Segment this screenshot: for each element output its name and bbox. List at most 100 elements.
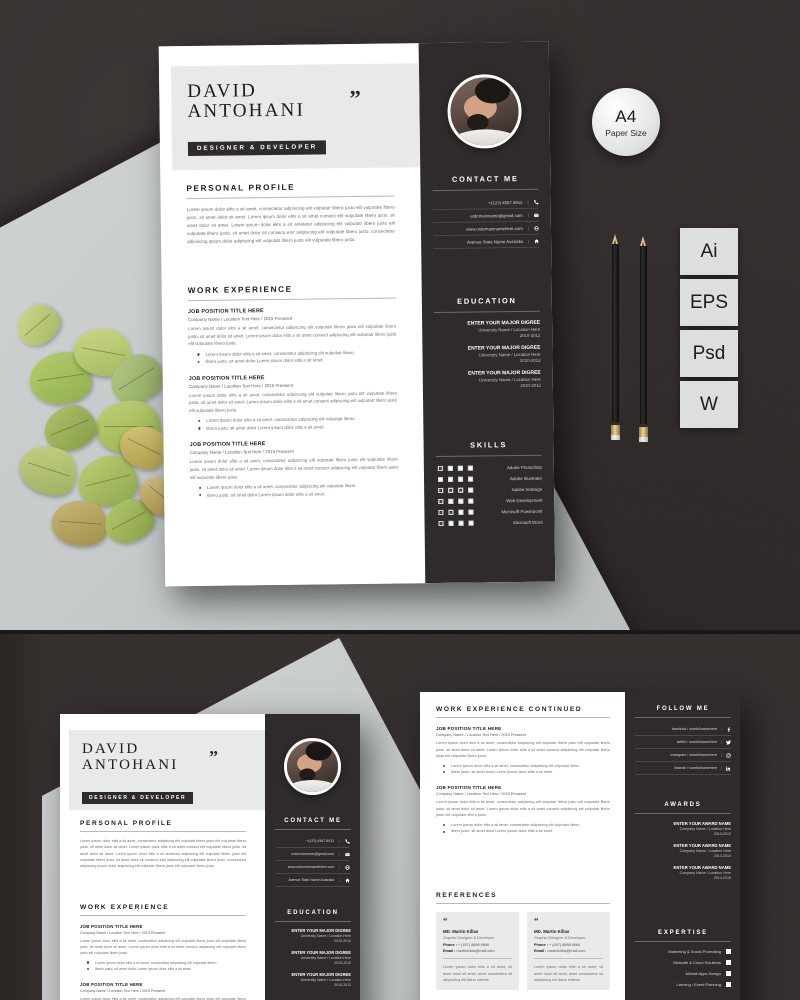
home-icon bbox=[534, 238, 539, 243]
follow-separator: | bbox=[721, 727, 722, 731]
contact-list: +(123) 4567 8912 | urdomainname@gmail.co… bbox=[270, 835, 356, 887]
follow-divider bbox=[635, 774, 731, 775]
contact-separator: | bbox=[339, 878, 340, 882]
follow-row[interactable]: twitter / userfullnamehere | bbox=[630, 736, 736, 749]
skill-row: Adobe Illustrator bbox=[437, 476, 542, 483]
skill-level-square bbox=[437, 476, 444, 483]
award-item: ENTER YOUR AWARD NAME Company Name / Loc… bbox=[630, 821, 731, 836]
envelope-icon bbox=[533, 212, 539, 217]
expertise-name: Mobail Apps Design bbox=[685, 971, 721, 976]
contact-divider bbox=[276, 886, 350, 887]
education-degree: ENTER YOUR MAJOR DIGREE bbox=[291, 972, 351, 977]
contact-row[interactable]: www.urdomainnamehere.com | bbox=[270, 861, 356, 874]
reference-name: MD. Martin Killas bbox=[443, 929, 479, 935]
section-title-follow-me: FOLLOW ME bbox=[656, 706, 710, 712]
skill-level-square bbox=[458, 498, 464, 504]
skill-level-square bbox=[447, 476, 454, 482]
follow-text: facebook / userfullnamehere bbox=[671, 727, 718, 731]
skill-level-square bbox=[448, 509, 454, 515]
skill-level-square bbox=[457, 465, 463, 471]
skills-list: Adobe Photoshop Adobe Illustrator Adobe … bbox=[430, 464, 549, 527]
job-description: Lorem ipsum dolor elits a sit amet, cons… bbox=[188, 323, 397, 347]
job-meta: Company Name / Location Text Here / 2015… bbox=[188, 315, 293, 323]
contact-separator: | bbox=[527, 212, 529, 218]
section-rule bbox=[635, 813, 731, 814]
personal-profile-text: Lorem ipsum dolor elits a sit amet, cons… bbox=[80, 839, 246, 869]
reference-card: “ MD. Martin Killas Graphic Designer & D… bbox=[527, 912, 610, 990]
award-years: 2014-2016 bbox=[713, 876, 731, 880]
skill-level-square bbox=[458, 509, 464, 515]
skill-level-square bbox=[438, 498, 444, 505]
follow-row[interactable]: instagram / userfullnamehere | bbox=[630, 749, 736, 762]
contact-separator: | bbox=[339, 839, 340, 843]
education-item: ENTER YOUR MAJOR DIGREE University Name … bbox=[270, 972, 351, 987]
skill-level-square bbox=[448, 498, 454, 504]
follow-row[interactable]: facebook / userfullnamehere | bbox=[630, 723, 736, 736]
section-title-work-experience: WORK EXPERIENCE bbox=[187, 284, 293, 296]
contact-text: urdomainname@gmail.com bbox=[470, 212, 523, 219]
follow-text: instagram / userfullnamehere bbox=[670, 753, 718, 757]
reference-role: Graphic Designer & Developer bbox=[443, 936, 495, 941]
job-description: Lorem ipsum dolor elits a sit amet, cons… bbox=[188, 390, 398, 413]
skill-name: Adobe Photoshop bbox=[506, 464, 542, 471]
name-line-1: DAVID bbox=[82, 741, 140, 757]
avatar bbox=[447, 73, 522, 149]
job-bullet-item: libero justo. sit amet dolor Lorem ipsum… bbox=[197, 422, 397, 432]
education-school: University Name / Location Here bbox=[300, 956, 351, 960]
work-experience-list: JOB POSITION TITLE HERE Company Name / L… bbox=[80, 924, 246, 1000]
format-badge-eps: EPS bbox=[680, 279, 738, 326]
contact-separator: | bbox=[527, 225, 529, 231]
reference-divider bbox=[534, 958, 603, 960]
reference-phone: Phone : + (457) 8888 6666 bbox=[534, 943, 581, 948]
follow-separator: | bbox=[721, 766, 722, 770]
contact-row[interactable]: +(123) 4567 8912 | bbox=[270, 835, 356, 848]
quote-mark-icon: ” bbox=[209, 747, 218, 767]
skill-row: Microsoft Powerpoint bbox=[438, 509, 542, 516]
follow-text: twitter / userfullnamehere bbox=[676, 740, 718, 744]
section-rule bbox=[435, 454, 542, 458]
follow-row[interactable]: linkedin / userfullnamehere | bbox=[630, 762, 736, 775]
section-rule bbox=[187, 297, 396, 302]
contact-row[interactable]: urdomainname@gmail.com | bbox=[270, 848, 356, 861]
education-degree: ENTER YOUR MAJOR DIGREE bbox=[291, 928, 351, 933]
resume-name-page2: DAVID ANTOHANI bbox=[82, 741, 178, 773]
paper-size-sub: Paper Size bbox=[605, 127, 647, 138]
follow-separator: | bbox=[721, 753, 722, 757]
reference-phone: Phone : + (457) 8888 6666 bbox=[443, 943, 490, 948]
expertise-row: Marketing & Social Promoting bbox=[630, 949, 731, 954]
bottom-scene: DAVID ANTOHANI ” DESIGNER & DEVELOPER PE… bbox=[0, 632, 800, 1000]
job-bullets: Lorem ipsum dolor elits a sit amet, cons… bbox=[197, 415, 397, 432]
section-title-education: EDUCATION bbox=[287, 910, 339, 916]
contact-row[interactable]: Avenue State Name Australia | bbox=[270, 874, 356, 887]
contact-separator: | bbox=[339, 852, 340, 856]
education-years: 2010-2012 bbox=[334, 983, 351, 987]
expertise-bullet-icon bbox=[726, 960, 731, 965]
section-title-contact-me: CONTACT ME bbox=[451, 174, 519, 184]
contact-separator: | bbox=[339, 865, 340, 869]
section-title-education: EDUCATION bbox=[457, 296, 517, 306]
personal-profile-text: Lorem ipsum dolor elits a sit amet, cons… bbox=[186, 204, 396, 244]
award-years: 2010-2012 bbox=[713, 832, 731, 836]
expertise-bullet-icon bbox=[726, 982, 731, 987]
award-company: Company Name / Location Here bbox=[679, 871, 731, 875]
skill-name: Web Development bbox=[506, 497, 543, 504]
job-title: JOB POSITION TITLE HERE bbox=[187, 308, 264, 316]
job-meta: Company Name / Location Text Here / 2015… bbox=[80, 931, 166, 935]
work-experience-list: JOB POSITION TITLE HERE Company Name / L… bbox=[188, 307, 398, 500]
contact-row[interactable]: Avenue State Name Australia | bbox=[427, 235, 545, 250]
contact-text: urdomainname@gmail.com bbox=[291, 852, 335, 856]
skill-row: Adobe Indesign bbox=[438, 487, 542, 494]
top-scene: A4 Paper Size Ai EPS Psd W DAVID ANTOHAN… bbox=[0, 0, 800, 632]
education-list: ENTER YOUR MAJOR DIGREE University Name … bbox=[270, 928, 356, 987]
award-name: ENTER YOUR AWARD NAME bbox=[673, 843, 731, 848]
paper-size-title: A4 bbox=[615, 106, 637, 126]
follow-separator: | bbox=[721, 740, 722, 744]
section-rule bbox=[433, 310, 540, 314]
expertise-name: Lanning / Event Planning bbox=[676, 982, 721, 987]
contact-separator: | bbox=[527, 199, 529, 205]
skill-level-square bbox=[447, 465, 453, 471]
education-item: ENTER YOUR MAJOR DIGREE University Name … bbox=[270, 950, 351, 965]
job-title: JOB POSITION TITLE HERE bbox=[189, 441, 266, 449]
section-title-awards: AWARDS bbox=[664, 802, 702, 808]
education-item: ENTER YOUR MAJOR DIGREE University Name … bbox=[429, 370, 541, 389]
